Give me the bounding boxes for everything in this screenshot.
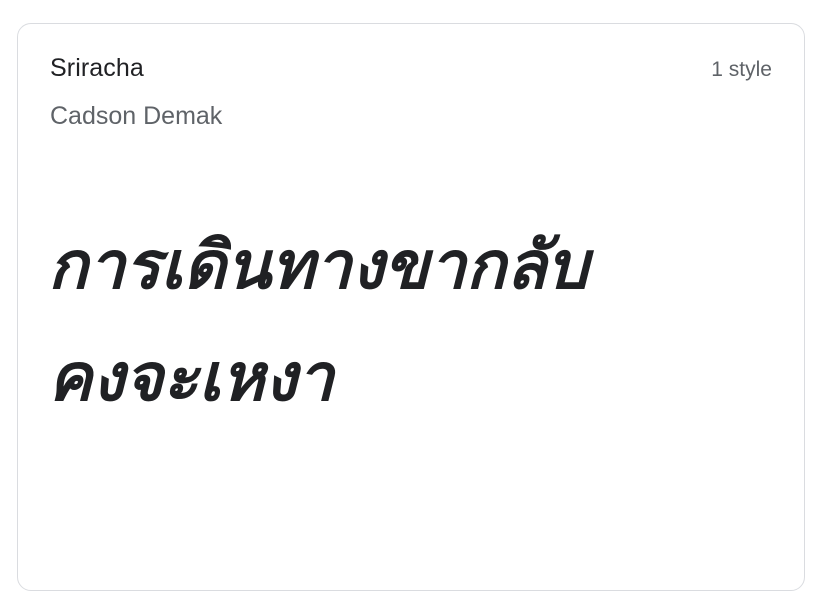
font-family-name[interactable]: Sriracha [50,54,144,83]
font-card-header: Sriracha 1 style [50,54,772,83]
preview-line-2: คงจะเหงา [48,339,334,416]
font-designer: Cadson Demak [50,102,223,130]
font-preview-text: การเดินทางขากลับ คงจะเหงา [48,210,768,434]
style-count: 1 style [711,58,772,81]
preview-line-1: การเดินทางขากลับ [48,227,589,304]
font-card[interactable]: Sriracha 1 style Cadson Demak การเดินทาง… [17,23,805,591]
